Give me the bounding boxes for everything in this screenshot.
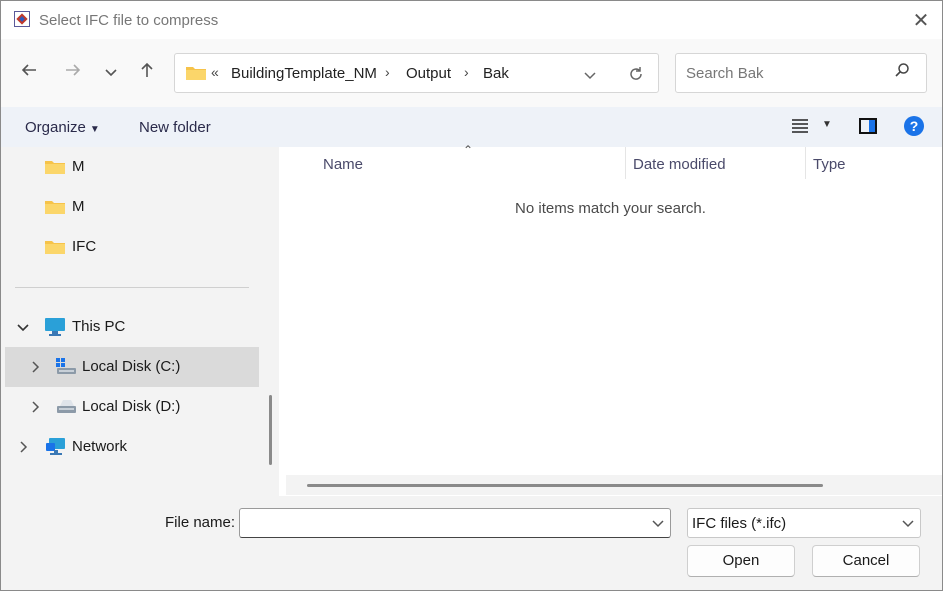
file-list: ⌃ Name Date modified Type No items match… xyxy=(279,143,942,496)
navigation-bar: « BuildingTemplate_NM › Output › Bak Sea… xyxy=(1,39,942,107)
sidebar-item-label: Local Disk (D:) xyxy=(82,398,181,415)
open-button[interactable]: Open xyxy=(687,545,795,577)
chevron-down-icon[interactable] xyxy=(17,321,29,333)
view-list-icon[interactable] xyxy=(791,119,809,133)
column-header-type[interactable]: Type xyxy=(813,156,846,173)
command-bar: Organize ▼ New folder ▼ ? xyxy=(1,107,942,147)
refresh-icon[interactable] xyxy=(627,65,645,83)
close-icon[interactable]: ✕ xyxy=(909,9,933,33)
app-icon xyxy=(14,11,30,27)
file-name-field[interactable] xyxy=(239,508,671,538)
title-bar: Select IFC file to compress ✕ xyxy=(1,1,942,39)
breadcrumb-bak[interactable]: Bak xyxy=(483,65,509,82)
caret-down-icon: ▼ xyxy=(89,124,100,135)
help-icon[interactable]: ? xyxy=(904,116,924,136)
drive-icon xyxy=(57,400,76,413)
overflow-chevrons[interactable]: « xyxy=(211,64,219,80)
chevron-right-icon[interactable] xyxy=(29,361,41,373)
view-options-caret-icon[interactable]: ▼ xyxy=(822,119,832,130)
recent-locations-button[interactable] xyxy=(99,61,123,85)
back-button[interactable] xyxy=(17,61,41,85)
column-divider[interactable] xyxy=(805,147,806,179)
sidebar-item-network[interactable]: Network xyxy=(5,427,259,467)
preview-pane-icon[interactable] xyxy=(859,118,877,134)
sidebar-item-this-pc[interactable]: This PC xyxy=(5,307,259,347)
up-button[interactable] xyxy=(135,61,159,85)
chevron-right-icon[interactable] xyxy=(29,401,41,413)
address-bar[interactable]: « BuildingTemplate_NM › Output › Bak xyxy=(174,53,659,93)
column-header-date-modified[interactable]: Date modified xyxy=(633,156,726,173)
sort-ascending-icon: ⌃ xyxy=(463,143,474,157)
sidebar-item-label: Local Disk (C:) xyxy=(82,358,181,375)
sidebar-item-label: This PC xyxy=(72,318,126,335)
folder-icon xyxy=(45,241,65,254)
column-divider[interactable] xyxy=(625,147,626,179)
sidebar-item-label: IFC xyxy=(72,238,97,255)
sidebar-item-folder-ifc[interactable]: IFC xyxy=(5,227,259,267)
file-type-value: IFC files (*.ifc) xyxy=(692,515,787,532)
chevron-right-icon[interactable] xyxy=(17,441,29,453)
folder-icon xyxy=(45,201,65,214)
search-input[interactable]: Search Bak xyxy=(686,65,764,82)
breadcrumb-output[interactable]: Output xyxy=(406,65,451,82)
new-folder-button[interactable]: New folder xyxy=(139,119,211,136)
sidebar-item-label: Network xyxy=(72,438,128,455)
sidebar-item-label: M xyxy=(72,198,85,215)
search-icon[interactable] xyxy=(894,62,910,78)
organize-menu[interactable]: Organize ▼ xyxy=(25,119,100,136)
sidebar-item-folder-m1[interactable]: M xyxy=(5,147,259,187)
horizontal-scrollbar[interactable] xyxy=(307,484,823,487)
breadcrumb-buildingtemplate[interactable]: BuildingTemplate_NM xyxy=(231,65,377,82)
sidebar-divider xyxy=(15,287,249,288)
chevron-down-icon[interactable] xyxy=(902,517,914,529)
empty-message: No items match your search. xyxy=(515,200,706,217)
sidebar-item-label: M xyxy=(72,158,85,175)
file-name-label: File name: xyxy=(165,514,236,531)
column-header-name[interactable]: Name xyxy=(323,156,363,173)
sidebar-item-folder-m2[interactable]: M xyxy=(5,187,259,227)
folder-icon xyxy=(186,67,206,80)
dialog-footer: File name: IFC files (*.ifc) Open Cancel xyxy=(1,496,942,590)
arrow-left-icon xyxy=(21,64,36,76)
arrow-up-icon xyxy=(141,62,153,77)
arrow-right-icon xyxy=(66,64,81,76)
cancel-button[interactable]: Cancel xyxy=(812,545,920,577)
windows-drive-icon xyxy=(56,358,76,374)
organize-label: Organize xyxy=(25,119,86,136)
network-icon xyxy=(46,438,65,455)
file-dialog: Select IFC file to compress ✕ « Building… xyxy=(0,0,943,591)
folder-icon xyxy=(45,161,65,174)
sidebar-item-local-disk-d[interactable]: Local Disk (D:) xyxy=(5,387,259,427)
search-box[interactable]: Search Bak xyxy=(675,53,927,93)
window-title: Select IFC file to compress xyxy=(39,12,219,29)
monitor-icon xyxy=(45,318,65,336)
chevron-down-icon xyxy=(105,69,117,77)
sidebar-scrollbar[interactable] xyxy=(269,395,272,465)
forward-button[interactable] xyxy=(61,61,85,85)
breadcrumb-separator-icon[interactable]: › xyxy=(464,64,469,80)
chevron-down-icon[interactable] xyxy=(652,517,664,529)
breadcrumb-separator-icon[interactable]: › xyxy=(385,64,390,80)
sidebar-item-local-disk-c[interactable]: Local Disk (C:) xyxy=(5,347,259,387)
navigation-pane: M M IFC This PC Local Disk (C:) Local Di… xyxy=(1,147,276,496)
address-dropdown-icon[interactable] xyxy=(583,68,597,82)
file-type-select[interactable]: IFC files (*.ifc) xyxy=(687,508,921,538)
